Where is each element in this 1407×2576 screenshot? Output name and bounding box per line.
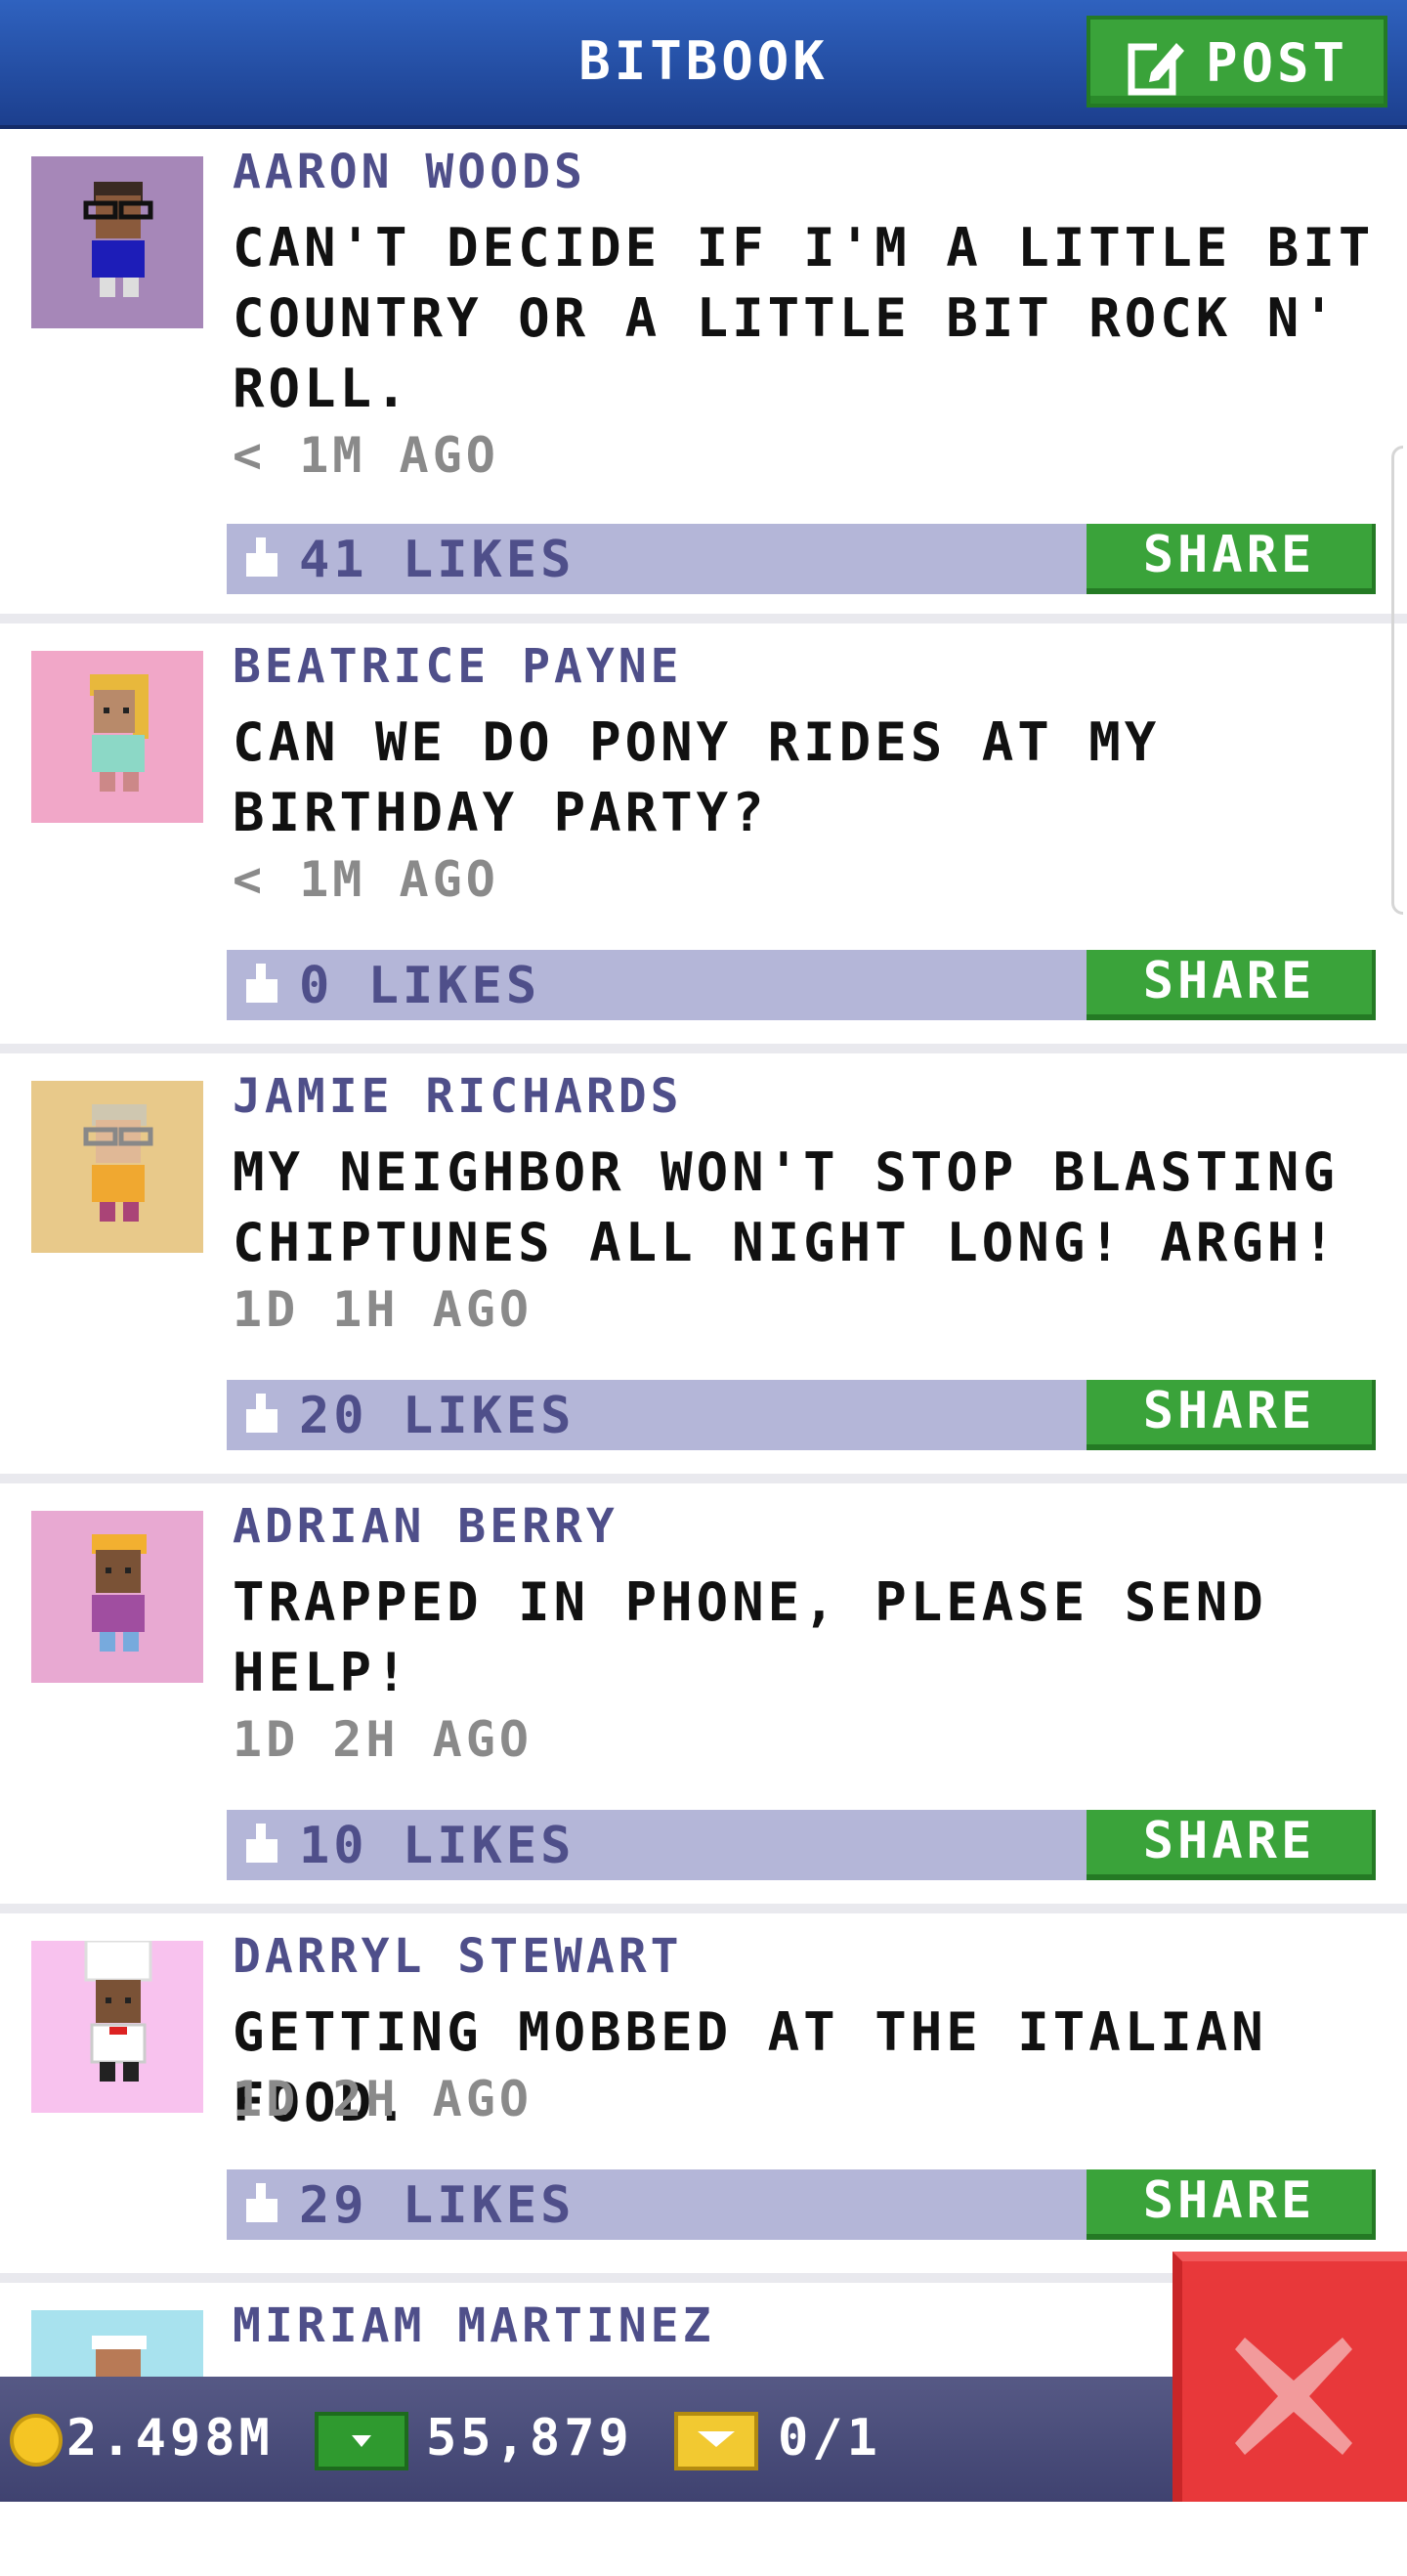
avatar bbox=[31, 1941, 203, 2113]
share-button[interactable]: SHARE bbox=[1087, 1380, 1376, 1450]
scroll-indicator[interactable] bbox=[1391, 446, 1403, 915]
bux-count: 0/1 bbox=[778, 2409, 881, 2468]
thumbs-up-icon[interactable] bbox=[242, 1394, 281, 1437]
thumbs-up-icon[interactable] bbox=[242, 1824, 281, 1867]
post-time: < 1M AGO bbox=[233, 427, 499, 484]
top-bar: BITBOOK POST bbox=[0, 0, 1407, 129]
post-button-label: POST bbox=[1206, 32, 1349, 94]
poster-name[interactable]: AARON WOODS bbox=[233, 143, 586, 201]
like-bar: 0 LIKES SHARE bbox=[227, 950, 1376, 1020]
poster-name[interactable]: DARRYL STEWART bbox=[233, 1927, 683, 1986]
like-count: 10 LIKES bbox=[299, 1817, 576, 1875]
like-count: 41 LIKES bbox=[299, 531, 576, 589]
like-count: 0 LIKES bbox=[299, 957, 541, 1015]
share-button[interactable]: SHARE bbox=[1087, 2169, 1376, 2240]
bux-icon bbox=[674, 2412, 758, 2470]
poster-name[interactable]: ADRIAN BERRY bbox=[233, 1497, 618, 1556]
feed-post: BEATRICE PAYNE CAN WE DO PONY RIDES AT M… bbox=[0, 623, 1407, 1053]
share-button[interactable]: SHARE bbox=[1087, 950, 1376, 1020]
app-title: BITBOOK bbox=[578, 30, 829, 92]
like-count: 29 LIKES bbox=[299, 2176, 576, 2235]
like-bar: 41 LIKES SHARE bbox=[227, 524, 1376, 594]
poster-name[interactable]: BEATRICE PAYNE bbox=[233, 637, 683, 696]
post-message: CAN WE DO PONY RIDES AT MY BIRTHDAY PART… bbox=[233, 711, 1161, 843]
close-button[interactable] bbox=[1172, 2252, 1407, 2502]
feed-post: ADRIAN BERRY TRAPPED IN PHONE, PLEASE SE… bbox=[0, 1483, 1407, 1913]
coin-count: 2.498M bbox=[66, 2409, 274, 2468]
close-icon bbox=[1235, 2338, 1352, 2455]
coin-icon bbox=[10, 2414, 63, 2467]
feed-post: DARRYL STEWART GETTING MOBBED AT THE ITA… bbox=[0, 1913, 1407, 2283]
poster-name[interactable]: JAMIE RICHARDS bbox=[233, 1067, 683, 1126]
like-bar: 10 LIKES SHARE bbox=[227, 1810, 1376, 1880]
post-message: MY NEIGHBOR WON'T STOP BLASTING CHIPTUNE… bbox=[233, 1141, 1339, 1273]
share-button[interactable]: SHARE bbox=[1087, 524, 1376, 594]
thumbs-up-icon[interactable] bbox=[242, 537, 281, 580]
post-time: < 1M AGO bbox=[233, 851, 499, 908]
post-time: 1D 2H AGO bbox=[233, 1711, 533, 1768]
like-bar: 20 LIKES SHARE bbox=[227, 1380, 1376, 1450]
feed-post: JAMIE RICHARDS MY NEIGHBOR WON'T STOP BL… bbox=[0, 1053, 1407, 1483]
post-message: TRAPPED IN PHONE, PLEASE SEND HELP! bbox=[233, 1571, 1267, 1703]
avatar bbox=[31, 1511, 203, 1683]
post-button[interactable]: POST bbox=[1087, 16, 1387, 107]
avatar bbox=[31, 156, 203, 328]
like-bar: 29 LIKES SHARE bbox=[227, 2169, 1376, 2240]
cash-icon bbox=[315, 2412, 408, 2470]
avatar bbox=[31, 1081, 203, 1253]
avatar bbox=[31, 651, 203, 823]
thumbs-up-icon[interactable] bbox=[242, 964, 281, 1007]
post-time: 1D 2H AGO bbox=[233, 2071, 533, 2127]
edit-icon bbox=[1128, 37, 1186, 96]
cash-count: 55,879 bbox=[426, 2409, 633, 2468]
feed-post: AARON WOODS CAN'T DECIDE IF I'M A LITTLE… bbox=[0, 129, 1407, 623]
post-message: CAN'T DECIDE IF I'M A LITTLE BIT COUNTRY… bbox=[233, 217, 1375, 419]
like-count: 20 LIKES bbox=[299, 1387, 576, 1445]
feed-list[interactable]: AARON WOODS CAN'T DECIDE IF I'M A LITTLE… bbox=[0, 129, 1407, 2576]
poster-name[interactable]: MIRIAM MARTINEZ bbox=[233, 2297, 714, 2355]
post-time: 1D 1H AGO bbox=[233, 1281, 533, 1338]
share-button[interactable]: SHARE bbox=[1087, 1810, 1376, 1880]
thumbs-up-icon[interactable] bbox=[242, 2183, 281, 2226]
